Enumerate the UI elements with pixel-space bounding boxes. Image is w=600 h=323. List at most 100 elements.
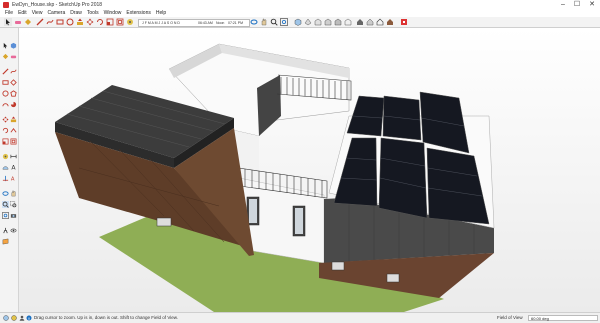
menu-extensions[interactable]: Extensions [126, 10, 150, 17]
zoom-icon[interactable] [270, 18, 278, 26]
shadow-months[interactable]: J F M A M J J A S O N D [142, 20, 180, 26]
orbit-icon[interactable] [250, 18, 258, 26]
iso-view-icon[interactable] [294, 18, 302, 26]
move-tool-icon[interactable] [86, 18, 94, 26]
eraser-icon[interactable] [14, 18, 22, 26]
solar-panel-2 [378, 137, 428, 219]
dimension-icon[interactable] [10, 153, 17, 160]
menu-window[interactable]: Window [104, 10, 122, 17]
wireframe-style-icon[interactable] [376, 18, 384, 26]
tape-measure-icon[interactable] [126, 18, 134, 26]
pan-tool-icon[interactable] [10, 190, 17, 197]
title-bar: EwDyn_House.skp - SketchUp Pro 2018 – ☐ … [0, 0, 600, 10]
shaded-style-icon[interactable] [386, 18, 394, 26]
front-view-icon[interactable] [314, 18, 322, 26]
rotate-icon[interactable] [2, 127, 9, 134]
shadow-time-end: 07:21 PM [228, 21, 243, 25]
rectangle-tool-icon[interactable] [56, 18, 64, 26]
freehand-icon[interactable] [10, 68, 17, 75]
zoom-tool-icon[interactable] [2, 201, 9, 208]
house-style-icon[interactable] [356, 18, 364, 26]
extension-warehouse-icon[interactable] [400, 18, 408, 26]
freehand-tool-icon[interactable] [46, 18, 54, 26]
scale-icon[interactable] [2, 138, 9, 145]
arc-icon[interactable] [2, 101, 9, 108]
zoom-window-icon[interactable] [10, 201, 17, 208]
line-tool-icon[interactable] [36, 18, 44, 26]
zoom-extents-tool-icon[interactable] [2, 212, 9, 219]
orbit-tool-icon[interactable] [2, 190, 9, 197]
menu-view[interactable]: View [32, 10, 43, 17]
close-button[interactable]: ✕ [585, 0, 599, 10]
maximize-button[interactable]: ☐ [570, 0, 584, 10]
tape-measure-tool-icon[interactable] [2, 153, 9, 160]
menu-draw[interactable]: Draw [70, 10, 82, 17]
3d-text-icon[interactable]: A [10, 175, 17, 182]
paint-bucket-icon[interactable] [24, 18, 32, 26]
offset-tool-icon[interactable] [116, 18, 124, 26]
credits-icon[interactable] [11, 315, 17, 321]
user-icon[interactable] [19, 315, 25, 321]
left-view-icon[interactable] [344, 18, 352, 26]
right-window-1 [331, 261, 345, 271]
push-pull-tool-icon[interactable] [10, 116, 17, 123]
menu-tools[interactable]: Tools [87, 10, 99, 17]
minimize-button[interactable]: – [556, 0, 570, 10]
follow-me-icon[interactable] [10, 127, 17, 134]
svg-text:A: A [11, 177, 15, 182]
menu-bar: File Edit View Camera Draw Tools Window Extensi… [0, 10, 600, 17]
field-of-view-input[interactable]: 60.00 deg [528, 315, 598, 321]
rectangle-icon[interactable] [2, 79, 9, 86]
text-tool-icon[interactable]: A [10, 164, 17, 171]
make-component-icon[interactable] [10, 42, 17, 49]
protractor-icon[interactable] [2, 164, 9, 171]
back-view-icon[interactable] [334, 18, 342, 26]
walk-icon[interactable] [2, 227, 9, 234]
menu-edit[interactable]: Edit [18, 10, 27, 17]
model-viewport[interactable] [19, 28, 600, 312]
window-title: EwDyn_House.skp - SketchUp Pro 2018 [12, 2, 103, 8]
circle-icon[interactable] [2, 90, 9, 97]
move-icon[interactable] [2, 116, 9, 123]
right-view-icon[interactable] [324, 18, 332, 26]
menu-help[interactable]: Help [156, 10, 166, 17]
zoom-extents-icon[interactable] [280, 18, 288, 26]
scale-tool-icon[interactable] [106, 18, 114, 26]
look-around-icon[interactable] [10, 227, 17, 234]
shadow-time-start: 06:43 AM [198, 21, 213, 25]
paint-bucket-tool-icon[interactable] [2, 53, 9, 60]
select-arrow-icon[interactable] [2, 42, 9, 49]
info-icon[interactable] [26, 315, 32, 321]
menu-camera[interactable]: Camera [47, 10, 65, 17]
eraser-tool-icon[interactable] [10, 53, 17, 60]
section-plane-icon[interactable] [2, 238, 9, 245]
rotated-rectangle-icon[interactable] [10, 79, 17, 86]
shadow-settings-bar: J F M A M J J A S O N D 06:43 AM Noon 07… [138, 19, 250, 27]
select-tool-icon[interactable] [4, 18, 12, 26]
rotate-tool-icon[interactable] [96, 18, 104, 26]
house-model [55, 43, 495, 312]
solar-panel-4 [346, 95, 385, 137]
pencil-icon[interactable] [2, 68, 9, 75]
right-window-2 [386, 273, 400, 283]
window-left-glass [249, 199, 257, 223]
push-pull-icon[interactable] [76, 18, 84, 26]
top-view-icon[interactable] [304, 18, 312, 26]
polygon-icon[interactable] [10, 90, 17, 97]
left-tool-palette: A A [0, 28, 19, 312]
svg-text:A: A [11, 165, 16, 171]
menu-file[interactable]: File [5, 10, 13, 17]
window-right-glass [295, 208, 303, 234]
pan-hand-icon[interactable] [260, 18, 268, 26]
offset-icon[interactable] [10, 138, 17, 145]
circle-tool-icon[interactable] [66, 18, 74, 26]
xray-style-icon[interactable] [366, 18, 374, 26]
pie-icon[interactable] [10, 101, 17, 108]
geo-location-icon[interactable] [3, 315, 9, 321]
position-camera-icon[interactable] [10, 212, 17, 219]
sketchup-logo-icon [3, 2, 9, 8]
shadow-noon-label: Noon [216, 21, 225, 25]
left-small-window [156, 217, 172, 227]
solar-panel-array [333, 91, 490, 225]
axes-icon[interactable] [2, 175, 9, 182]
